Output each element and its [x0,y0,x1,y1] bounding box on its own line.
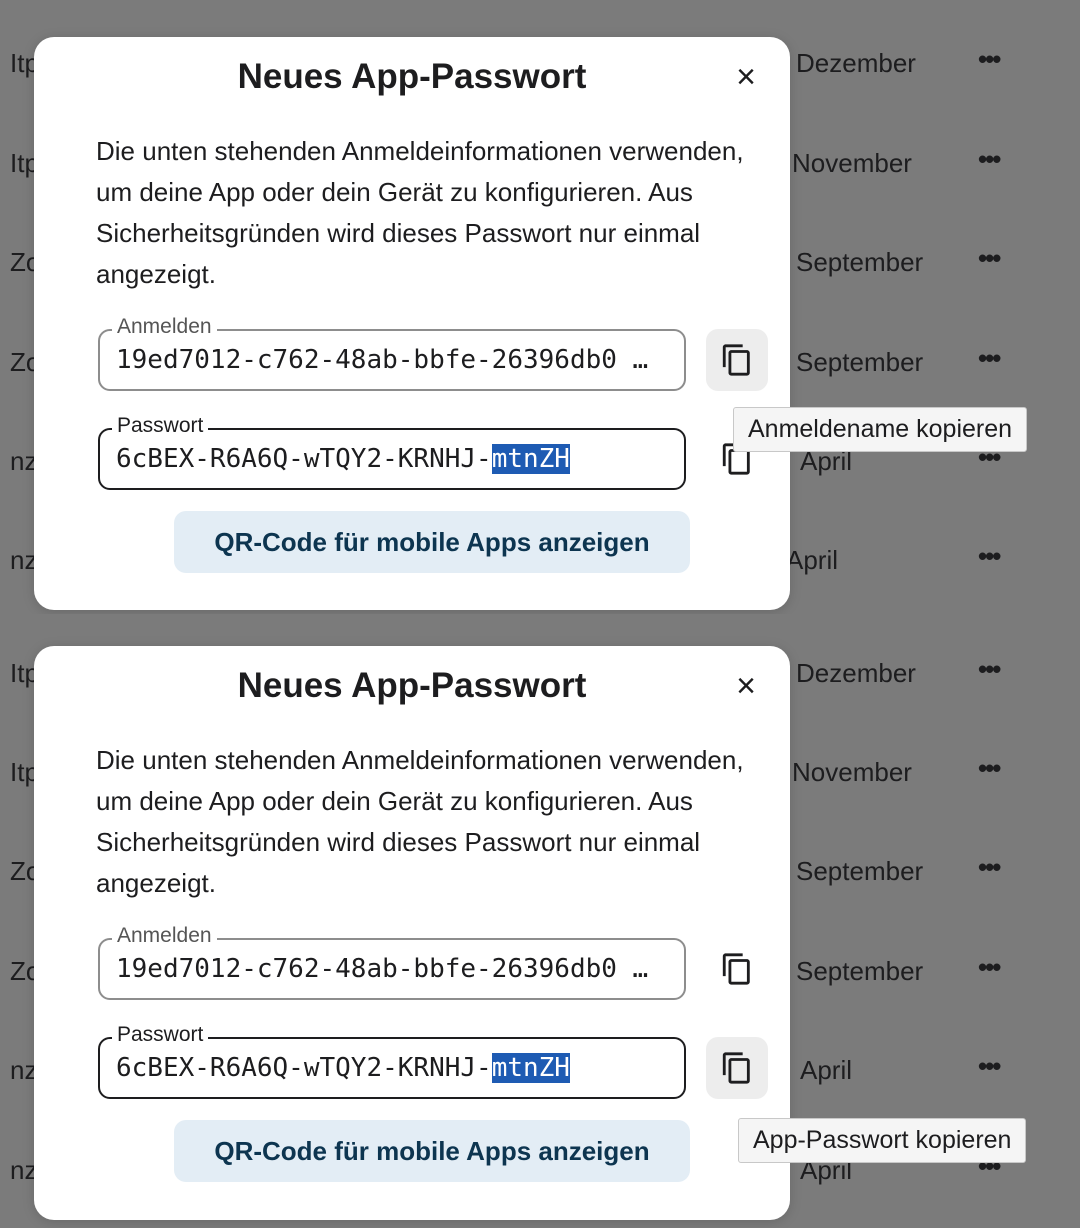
password-field[interactable]: Passwort 6cBEX-R6A6Q-wTQY2-KRNHJ-mtnZH [98,414,686,490]
list-item-month: September [796,856,924,886]
login-field-label: Anmelden [112,315,217,339]
show-qr-code-button[interactable]: QR-Code für mobile Apps anzeigen [174,511,690,573]
dialog-description: Die unten stehenden Anmeldeinformationen… [96,745,744,898]
panel-copy-login-state: Itp Dezember ••• Itp November ••• Zo Sep… [0,0,1080,614]
dialog-description: Die unten stehenden Anmeldeinformationen… [96,136,744,289]
password-field-value[interactable]: 6cBEX-R6A6Q-wTQY2-KRNHJ-mtnZH [116,444,674,474]
password-field-value[interactable]: 6cBEX-R6A6Q-wTQY2-KRNHJ-mtnZH [116,1053,674,1083]
list-item-month: Dezember [796,658,916,688]
copy-login-button[interactable] [706,938,768,1000]
copy-login-tooltip: Anmeldename kopieren [733,407,1028,452]
close-icon[interactable]: × [724,55,768,99]
dialog-title: Neues App-Passwort [237,666,587,705]
password-selected-text: mtnZH [491,444,570,474]
more-options-icon[interactable]: ••• [978,44,1001,75]
login-field-label: Anmelden [112,924,217,948]
password-selected-text: mtnZH [491,1053,570,1083]
copy-icon [722,953,750,985]
more-options-icon[interactable]: ••• [978,1051,1001,1082]
more-options-icon[interactable]: ••• [978,343,1001,374]
dialog-title: Neues App-Passwort [237,57,587,96]
close-icon[interactable]: × [724,664,768,708]
more-options-icon[interactable]: ••• [978,852,1001,883]
login-field[interactable]: Anmelden 19ed7012-c762-48ab-bbfe-26396db… [98,924,686,1000]
password-field[interactable]: Passwort 6cBEX-R6A6Q-wTQY2-KRNHJ-mtnZH [98,1023,686,1099]
list-item-month: November [792,757,912,787]
more-options-icon[interactable]: ••• [978,753,1001,784]
list-item-month: September [796,247,924,277]
list-item-month: Dezember [796,48,916,78]
password-unselected-text: 6cBEX-R6A6Q-wTQY2-KRNHJ- [116,1053,492,1083]
app-password-dialog: Neues App-Passwort × Die unten stehenden… [34,37,790,610]
app-password-dialog: Neues App-Passwort × Die unten stehenden… [34,646,790,1220]
more-options-icon[interactable]: ••• [978,654,1001,685]
show-qr-code-button[interactable]: QR-Code für mobile Apps anzeigen [174,1120,690,1182]
more-options-icon[interactable]: ••• [978,144,1001,175]
login-field-value[interactable]: 19ed7012-c762-48ab-bbfe-26396db0 … [116,954,674,984]
copy-password-button[interactable] [706,1037,768,1099]
more-options-icon[interactable]: ••• [978,243,1001,274]
panel-copy-password-state: Itp Dezember ••• Itp November ••• Zo Sep… [0,614,1080,1228]
list-item-month: September [796,347,924,377]
list-item-month: September [796,956,924,986]
list-item-month: April [786,545,839,575]
copy-password-tooltip: App-Passwort kopieren [738,1118,1027,1163]
list-item-month: April [800,1055,853,1085]
password-field-label: Passwort [112,414,209,438]
password-unselected-text: 6cBEX-R6A6Q-wTQY2-KRNHJ- [116,444,492,474]
more-options-icon[interactable]: ••• [978,541,1001,572]
list-item-month: November [792,148,912,178]
copy-icon [722,344,750,376]
password-field-label: Passwort [112,1023,209,1047]
more-options-icon[interactable]: ••• [978,952,1001,983]
login-field[interactable]: Anmelden 19ed7012-c762-48ab-bbfe-26396db… [98,315,686,391]
copy-login-button[interactable] [706,329,768,391]
copy-icon [722,1052,750,1084]
login-field-value[interactable]: 19ed7012-c762-48ab-bbfe-26396db0 … [116,345,674,375]
